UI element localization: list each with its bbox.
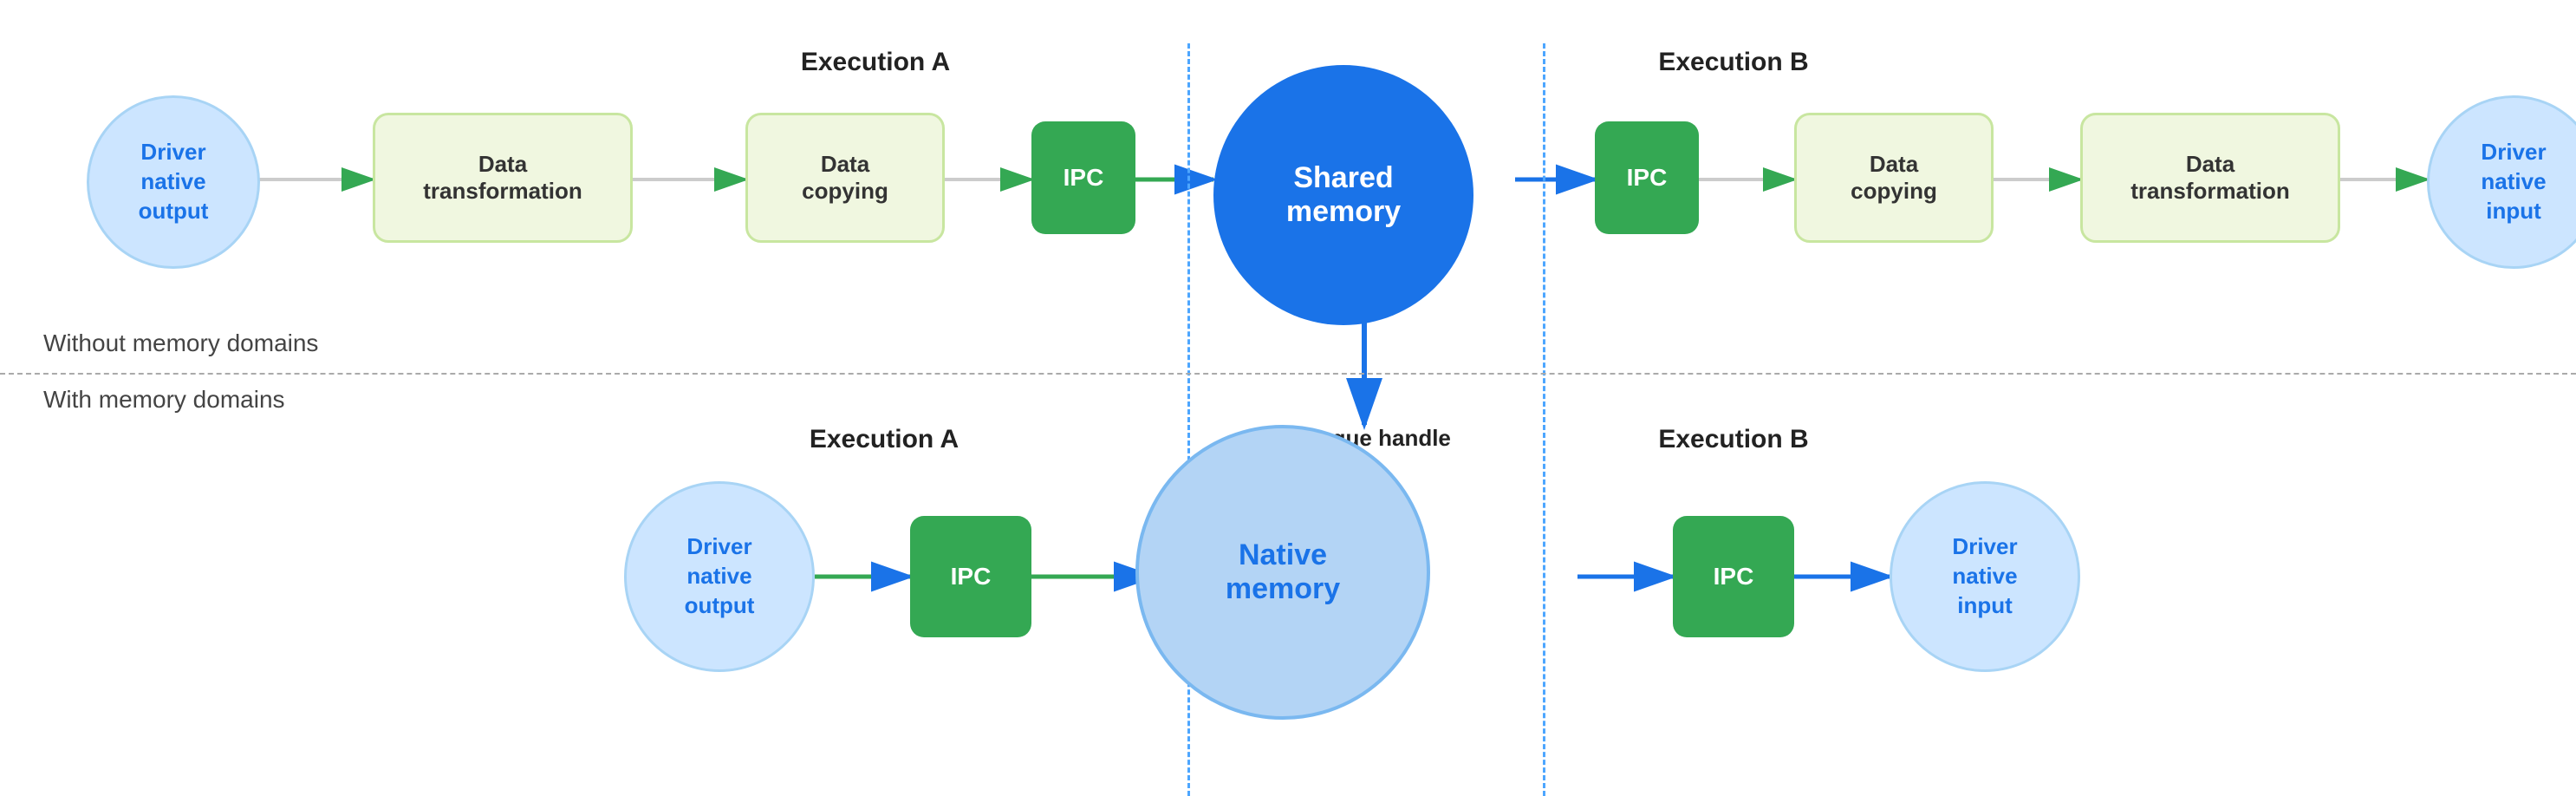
exec-a-label-top: Execution A [745, 48, 1005, 77]
driver-native-input-top: Driver native input [2427, 95, 2576, 269]
ipc-1: IPC [1031, 121, 1135, 234]
with-memory-label: With memory domains [43, 386, 285, 414]
ipc-2: IPC [1595, 121, 1699, 234]
diagram-container: Without memory domains With memory domai… [0, 0, 2576, 796]
exec-a-label-bottom: Execution A [754, 425, 1014, 454]
vline-right [1543, 43, 1545, 796]
driver-native-output-top: Driver native output [87, 95, 260, 269]
data-transformation-1: Data transformation [373, 113, 633, 243]
native-memory: Native memory [1135, 425, 1430, 720]
data-transformation-2: Data transformation [2080, 113, 2340, 243]
without-memory-label: Without memory domains [43, 329, 318, 357]
ipc-4: IPC [1673, 516, 1794, 637]
driver-native-output-bottom: Driver native output [624, 481, 815, 672]
ipc-3: IPC [910, 516, 1031, 637]
data-copying-2: Data copying [1794, 113, 1994, 243]
data-copying-1: Data copying [745, 113, 945, 243]
section-divider [0, 373, 2576, 375]
shared-memory: Shared memory [1213, 65, 1473, 325]
exec-b-label-bottom: Execution B [1603, 425, 1864, 454]
driver-native-input-bottom: Driver native input [1890, 481, 2080, 672]
exec-b-label-top: Execution B [1603, 48, 1864, 77]
